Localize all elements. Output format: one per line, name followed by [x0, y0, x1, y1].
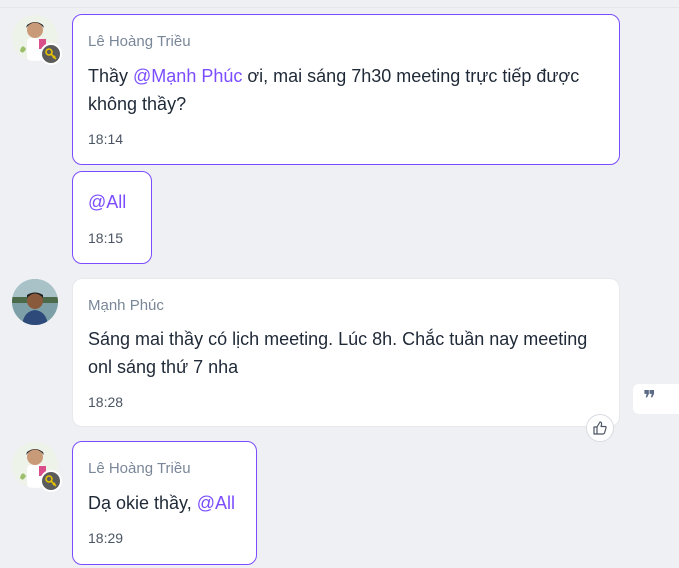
message-bubble[interactable]: Mạnh Phúc Sáng mai thầy có lịch meeting.… — [72, 278, 620, 427]
message-text: Dạ okie thầy, @All — [88, 489, 235, 517]
sender-name: Mạnh Phúc — [88, 297, 164, 314]
message-text: Sáng mai thầy có lịch meeting. Lúc 8h. C… — [88, 325, 587, 381]
mention-link[interactable]: @Mạnh Phúc — [133, 66, 242, 86]
message-text-part: Thầy — [88, 66, 134, 86]
message-text-part: ơi, mai sáng 7h30 meeting trực tiếp được — [242, 66, 580, 86]
mention-link[interactable]: @All — [88, 192, 126, 212]
react-button[interactable] — [586, 414, 614, 442]
avatar[interactable] — [12, 279, 58, 325]
message-text-part: onl sáng thứ 7 nha — [88, 357, 239, 377]
message-text-part: Sáng mai thầy có lịch meeting. Lúc 8h. C… — [88, 329, 588, 349]
thumbs-up-icon — [593, 421, 607, 435]
quote-button[interactable]: ❞ — [633, 384, 679, 414]
message-bubble[interactable]: Lê Hoàng Triều Dạ okie thầy, @All 18:29 — [72, 441, 257, 565]
message-time: 18:28 — [88, 394, 124, 410]
message-text: Thầy @Mạnh Phúc ơi, mai sáng 7h30 meetin… — [88, 62, 579, 118]
quote-icon: ❞ — [643, 386, 656, 411]
sender-name: Lê Hoàng Triều — [88, 460, 191, 477]
admin-key-icon — [40, 470, 62, 492]
message-time: 18:14 — [88, 131, 124, 147]
message-bubble[interactable]: @All 18:15 — [72, 171, 152, 264]
message-text-part: Dạ okie thầy, — [88, 493, 197, 513]
sender-name: Lê Hoàng Triều — [88, 33, 191, 50]
mention-link[interactable]: @All — [197, 493, 235, 513]
top-strip — [0, 0, 679, 8]
message-text-part: không thầy? — [88, 94, 187, 114]
message-time: 18:29 — [88, 530, 124, 546]
admin-key-icon — [40, 43, 62, 65]
message-text: @All — [88, 188, 126, 216]
message-bubble[interactable]: Lê Hoàng Triều Thầy @Mạnh Phúc ơi, mai s… — [72, 14, 620, 165]
message-time: 18:15 — [88, 230, 124, 246]
